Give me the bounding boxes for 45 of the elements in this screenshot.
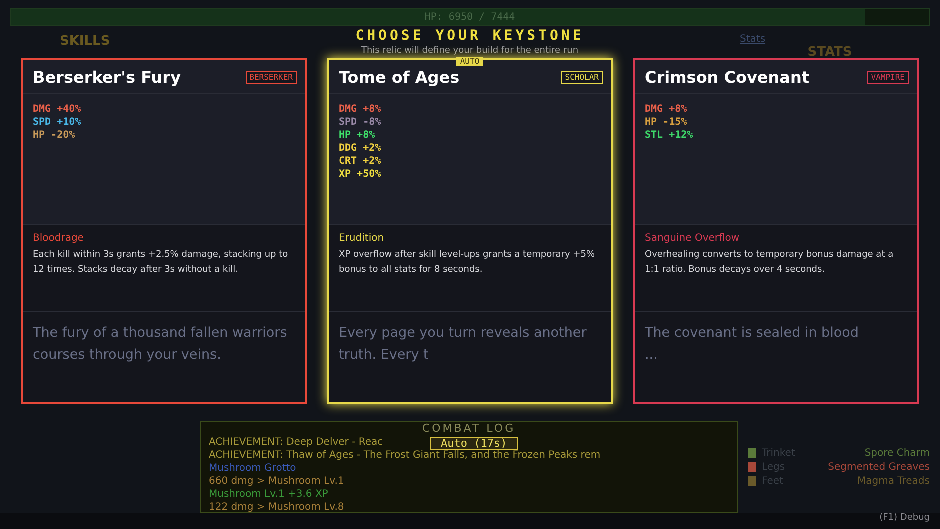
skills-heading: SKILLS xyxy=(60,34,110,51)
stat-modifier: HP -20% xyxy=(33,130,76,141)
ability-description: XP overflow after skill level-ups grants a temporary +5% bonus to all stats for 8 seconds. xyxy=(339,249,596,277)
log-line: Mushroom Lv.1 +3.6 XP xyxy=(209,488,328,501)
stat-modifier: CRT +2% xyxy=(339,156,382,167)
stat-modifier: SPD +10% xyxy=(33,117,82,128)
log-line: ACHIEVEMENT: Thaw of Ages - The Frost Giant Falls, and the Frozen Peaks rem xyxy=(209,449,601,462)
card-title: Berserker's Fury xyxy=(33,68,181,87)
stat-modifier: SPD -8% xyxy=(339,117,382,128)
stat-modifier: HP +8% xyxy=(339,130,376,141)
log-line: Mushroom Grotto xyxy=(209,462,296,475)
class-tag: SCHOLAR xyxy=(561,71,603,84)
auto-badge: AUTO xyxy=(456,57,484,66)
modal-subtitle: This relic will define your build for the entire run xyxy=(361,46,579,56)
stat-modifier: XP +50% xyxy=(339,169,382,180)
debug-hint: (F1) Debug xyxy=(880,513,930,525)
log-line: ACHIEVEMENT: Deep Delver - Reac xyxy=(209,436,384,449)
card-title: Tome of Ages xyxy=(339,68,460,87)
stats-heading: STATS xyxy=(808,45,852,60)
item-name: Spore Charm xyxy=(864,448,930,458)
card-title: Crimson Covenant xyxy=(645,68,810,87)
flavor-text: Every page you turn reveals another truth. Every t xyxy=(339,325,587,363)
class-tag: VAMPIRE xyxy=(867,71,909,84)
item-name: Magma Treads xyxy=(857,476,930,486)
class-tag: BERSERKER xyxy=(246,71,297,84)
item-name: Segmented Greaves xyxy=(828,462,930,472)
auto-button[interactable]: Auto (17s) xyxy=(430,437,518,450)
flavor-text: The fury of a thousand fallen warriors courses through your veins. xyxy=(33,325,288,363)
ability-name: Sanguine Overflow xyxy=(645,233,741,244)
stat-modifier: STL +12% xyxy=(645,130,694,141)
stat-modifier: DMG +40% xyxy=(33,104,82,115)
log-line: 122 dmg > Mushroom Lv.8 xyxy=(209,501,344,512)
flavor-text: The covenant is sealed in blood ... xyxy=(645,325,859,363)
keystone-card[interactable]: Crimson Covenant VAMPIRE DMG +8% HP -15% STL +12% Sanguine Overflow Overhealing converts to temporary bonus damage at a 1:1 ratio. Bonus decays over 4 seconds. The covenant is sealed in blood ... xyxy=(633,58,919,404)
ability-description: Each kill within 3s grants +2.5% damage, stacking up to 12 times. Stacks decay after 3s without a kill. xyxy=(33,249,290,277)
stat-modifier: DDG +2% xyxy=(339,143,382,154)
combat-log-title: COMBAT LOG xyxy=(422,422,516,436)
log-line: 660 dmg > Mushroom Lv.1 xyxy=(209,475,344,488)
ability-description: Overhealing converts to temporary bonus damage at a 1:1 ratio. Bonus decays over 4 seconds. xyxy=(645,249,895,277)
ability-name: Erudition xyxy=(339,233,386,244)
stat-modifier: DMG +8% xyxy=(645,104,688,115)
ability-name: Bloodrage xyxy=(33,233,85,244)
hp-label: HP: 6950 / 7444 xyxy=(424,12,516,22)
stat-modifier: HP -15% xyxy=(645,117,688,128)
stat-modifier: DMG +8% xyxy=(339,104,382,115)
